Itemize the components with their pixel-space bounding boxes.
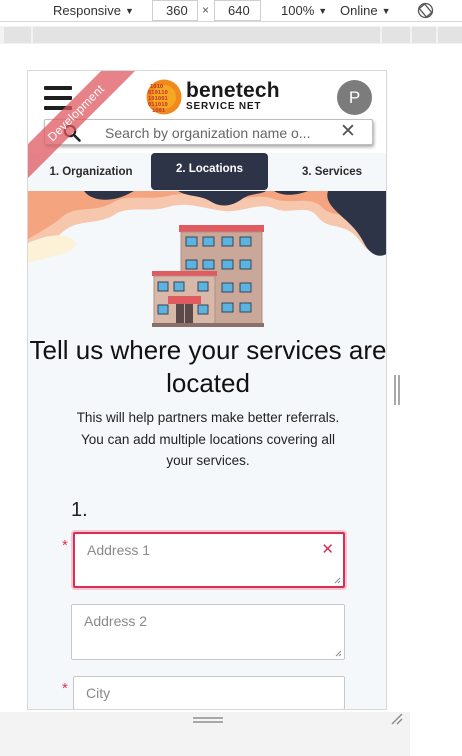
- zoom-select[interactable]: 100% ▼: [281, 3, 327, 18]
- dimension-separator: ×: [202, 3, 210, 17]
- zoom-label: 100%: [281, 3, 315, 18]
- devtools-toolbar: Responsive ▼ 360 × 640 100% ▼ Online ▼: [0, 0, 462, 22]
- media-query-ruler: [0, 26, 462, 44]
- device-viewport: 1010 010110 101001 011010 1001 benetech …: [27, 70, 387, 710]
- caret-down-icon: ▼: [124, 5, 134, 16]
- brand-logo[interactable]: 1010 010110 101001 011010 1001 benetech …: [146, 79, 280, 115]
- search-input[interactable]: [105, 123, 345, 142]
- network-select[interactable]: Online ▼: [340, 3, 391, 18]
- viewport-resize-handle-bottom[interactable]: [193, 717, 223, 723]
- city-field: [73, 676, 345, 709]
- brand-tagline: SERVICE NET: [186, 101, 262, 112]
- resize-grip-icon[interactable]: [334, 577, 341, 584]
- viewport-resize-corner-icon[interactable]: [390, 712, 404, 726]
- page-title: Tell us where your services are located: [29, 335, 387, 398]
- svg-text:1001: 1001: [152, 108, 166, 114]
- tab-locations[interactable]: 2. Locations: [151, 153, 268, 190]
- required-marker: *: [62, 680, 68, 697]
- caret-down-icon: ▼: [318, 5, 328, 16]
- brand-name: benetech: [186, 79, 280, 102]
- viewport-width-input[interactable]: 360: [152, 0, 198, 21]
- viewport-resize-handle-right[interactable]: [394, 375, 400, 405]
- network-label: Online: [340, 3, 378, 18]
- step-tabs: 1. Organization 2. Locations 3. Services: [28, 153, 386, 191]
- clear-address1-icon[interactable]: ✕: [321, 540, 334, 558]
- tab-organization[interactable]: 1. Organization: [36, 153, 146, 191]
- rotate-icon[interactable]: [417, 2, 434, 19]
- address1-field: ✕: [73, 532, 345, 588]
- search-bar: ✕: [44, 119, 373, 145]
- office-building-icon: [152, 225, 264, 327]
- caret-down-icon: ▼: [381, 5, 391, 16]
- address2-field: [71, 604, 345, 660]
- benetech-logo-icon: 1010 010110 101001 011010 1001: [146, 79, 182, 115]
- tab-services[interactable]: 3. Services: [282, 153, 382, 191]
- page-subtitle: This will help partners make better refe…: [76, 410, 340, 468]
- address1-input[interactable]: [75, 534, 343, 586]
- close-icon[interactable]: ✕: [338, 122, 358, 142]
- address2-input[interactable]: [72, 605, 344, 659]
- city-input[interactable]: [74, 677, 344, 709]
- resize-grip-icon[interactable]: [335, 650, 342, 657]
- device-select[interactable]: Responsive ▼: [53, 3, 134, 18]
- location-number: 1.: [71, 499, 88, 521]
- viewport-height-input[interactable]: 640: [214, 0, 261, 21]
- user-avatar[interactable]: P: [337, 80, 372, 115]
- device-label: Responsive: [53, 3, 121, 18]
- required-marker: *: [62, 537, 68, 554]
